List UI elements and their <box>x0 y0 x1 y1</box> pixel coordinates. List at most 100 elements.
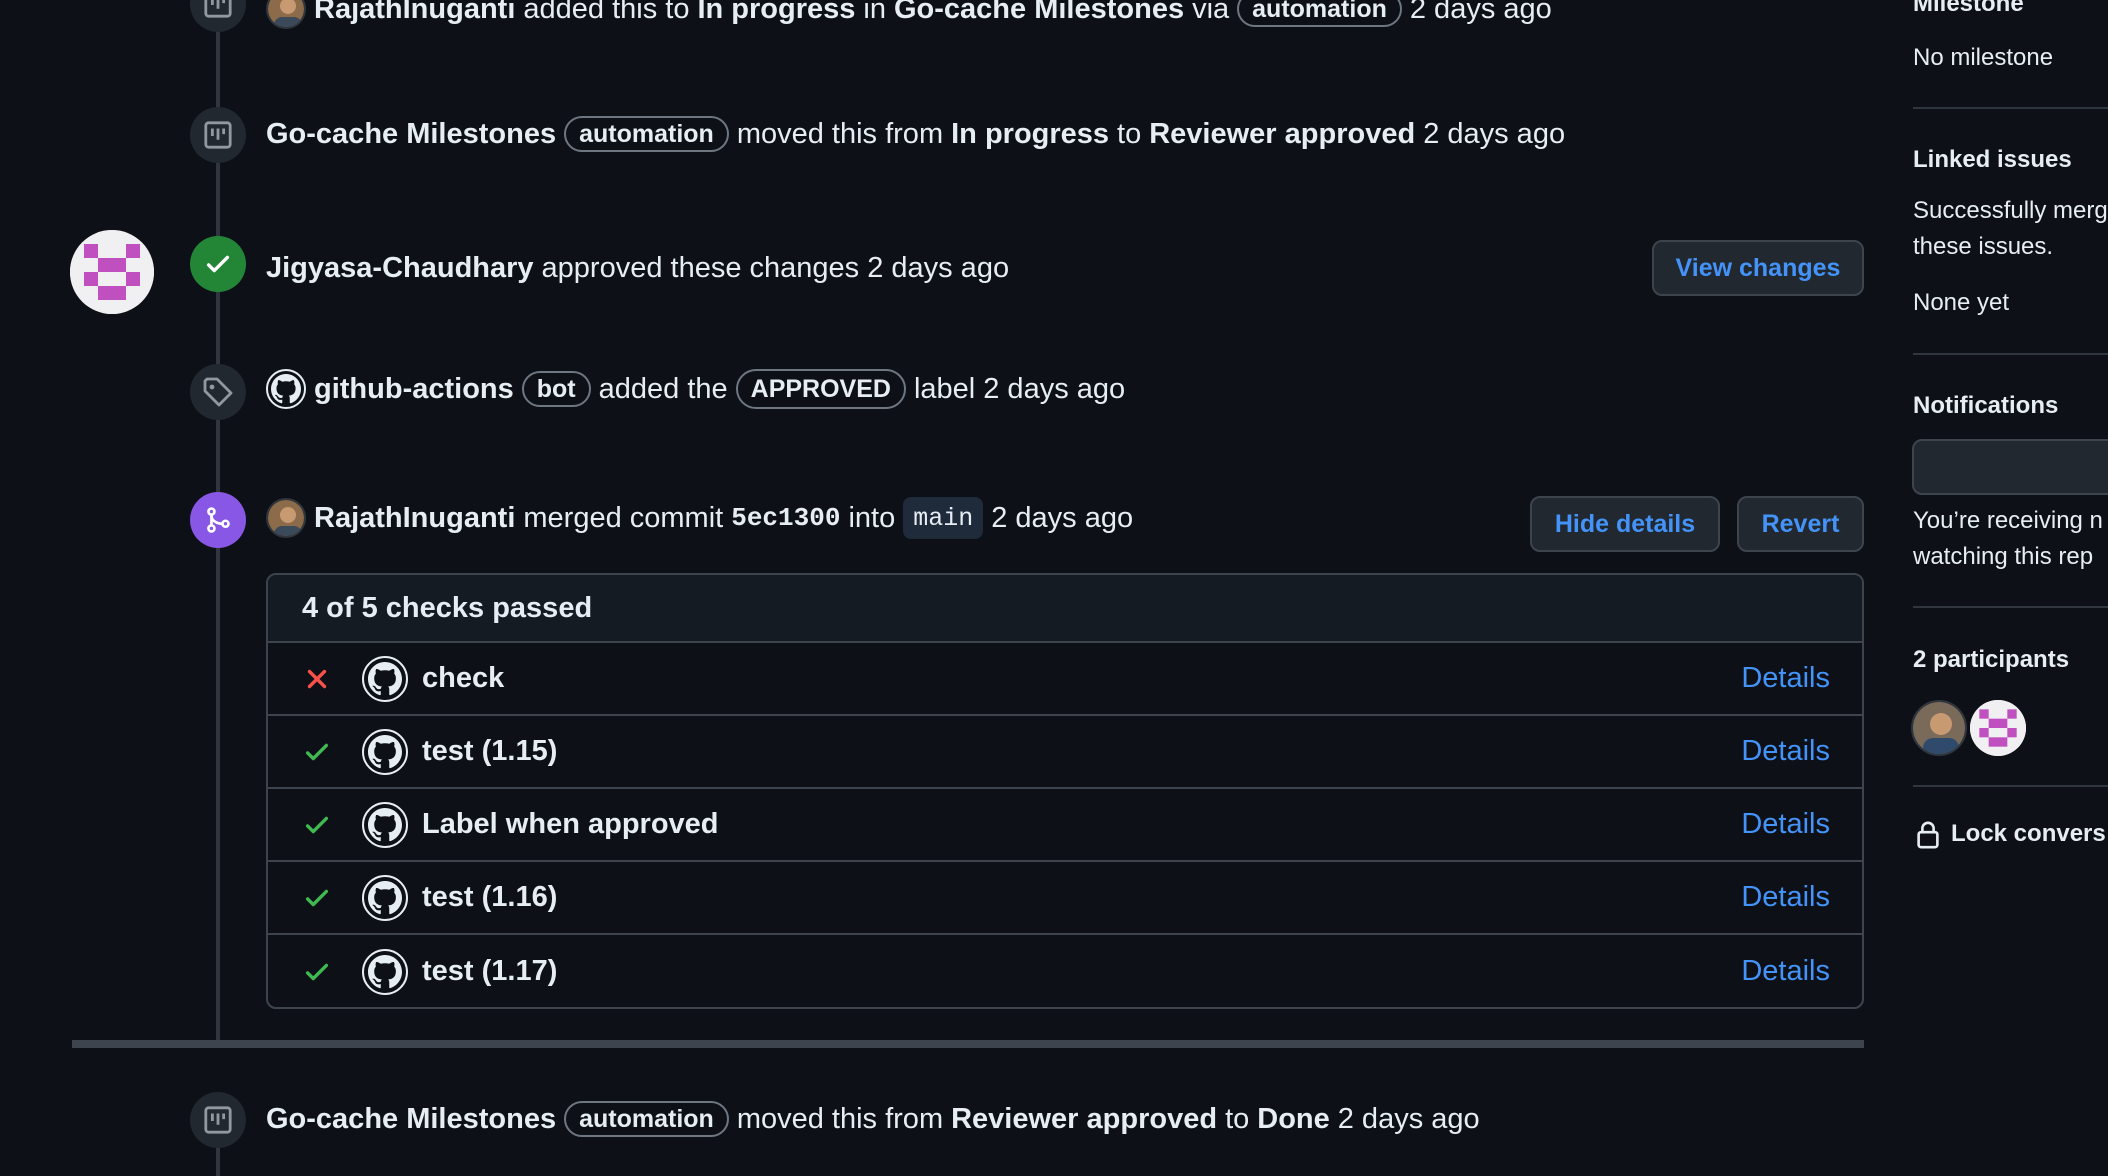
view-changes-button[interactable]: View changes <box>1652 240 1864 296</box>
checks-panel: 4 of 5 checks passed check Details test (1… <box>266 573 1864 1009</box>
check-icon <box>305 963 329 980</box>
automation-badge: automation <box>1237 0 1402 27</box>
check-row: check Details <box>268 643 1862 716</box>
git-merge-icon <box>207 507 230 533</box>
github-icon <box>368 807 402 841</box>
check-status-icon <box>302 737 352 767</box>
timestamp[interactable]: 2 days ago <box>991 502 1133 535</box>
project-icon <box>204 121 232 149</box>
commit-link[interactable]: 5ec1300 <box>731 503 840 533</box>
event-approved: Jigyasa-Chaudhary approved these changes… <box>266 251 1010 285</box>
lock-conversation-label: Lock convers <box>1951 820 2106 847</box>
check-name: test (1.16) <box>422 881 558 913</box>
actor-link[interactable]: Jigyasa-Chaudhary <box>266 252 534 285</box>
project-icon <box>204 1106 232 1134</box>
check-icon <box>305 889 329 906</box>
participant-avatar[interactable] <box>1970 700 2026 756</box>
github-icon <box>368 880 402 914</box>
sidebar-divider <box>1913 107 2108 109</box>
check-details-link[interactable]: Details <box>1741 808 1830 841</box>
check-row: Label when approved Details <box>268 789 1862 862</box>
check-icon <box>305 743 329 760</box>
github-icon <box>271 374 301 404</box>
tag-icon <box>203 377 233 407</box>
to-status: Reviewer approved <box>1149 117 1416 150</box>
sidebar-divider <box>1913 606 2108 608</box>
hide-details-button[interactable]: Hide details <box>1530 496 1720 552</box>
lock-icon <box>1917 821 1939 849</box>
linked-issues-text: these issues. <box>1913 233 2054 260</box>
timeline-divider <box>72 1040 1864 1048</box>
linked-issues-heading[interactable]: Linked issues <box>1913 146 2072 174</box>
lock-conversation-button[interactable]: Lock convers <box>1913 818 2106 850</box>
check-name: test (1.15) <box>422 735 558 767</box>
notifications-text: You’re receiving n <box>1913 507 2103 534</box>
actor-link[interactable]: github-actions <box>314 373 514 406</box>
project-link[interactable]: Go-cache Milestones <box>266 118 556 151</box>
project-event-icon <box>190 1092 246 1148</box>
to-status: Done <box>1257 1102 1330 1135</box>
project-link[interactable]: Go-cache Milestones <box>266 1103 556 1136</box>
github-icon <box>368 734 402 768</box>
project-event-icon <box>190 107 246 163</box>
check-details-link[interactable]: Details <box>1741 955 1830 988</box>
branch-name[interactable]: main <box>903 497 984 539</box>
project-link[interactable]: Go-cache Milestones <box>894 0 1184 26</box>
actor-link[interactable]: RajathInuganti <box>314 502 515 535</box>
automation-badge: automation <box>564 116 729 152</box>
milestone-heading[interactable]: Milestone <box>1913 0 2024 18</box>
label-event-icon <box>190 364 246 420</box>
milestone-value: No milestone <box>1913 44 2054 71</box>
timestamp[interactable]: 2 days ago <box>983 373 1125 406</box>
github-actions-avatar <box>362 801 408 848</box>
timestamp[interactable]: 2 days ago <box>1410 0 1552 26</box>
check-name: check <box>422 662 505 694</box>
github-icon <box>368 661 402 695</box>
event-labeled: github-actions bot added the APPROVED la… <box>266 364 1125 414</box>
actor-link[interactable]: RajathInuganti <box>314 0 515 26</box>
check-row: test (1.17) Details <box>268 935 1862 1007</box>
check-name: Label when approved <box>422 808 719 840</box>
check-icon <box>305 816 329 833</box>
sidebar-divider <box>1913 785 2108 787</box>
status-name: In progress <box>697 0 856 25</box>
event-moved-project: Go-cache Milestones automation moved thi… <box>266 109 1565 159</box>
subscribe-button[interactable] <box>1912 439 2108 495</box>
check-details-link[interactable]: Details <box>1741 735 1830 768</box>
identicon-avatar <box>70 230 154 314</box>
github-actions-avatar[interactable] <box>266 369 306 409</box>
timestamp[interactable]: 2 days ago <box>867 252 1009 285</box>
revert-button[interactable]: Revert <box>1737 496 1864 552</box>
x-icon <box>307 669 327 688</box>
check-row: test (1.16) Details <box>268 862 1862 935</box>
avatar[interactable] <box>266 0 306 29</box>
checks-summary: 4 of 5 checks passed <box>268 575 1862 643</box>
github-actions-avatar <box>362 874 408 921</box>
from-status: In progress <box>951 117 1110 150</box>
bot-badge: bot <box>521 371 591 407</box>
check-details-link[interactable]: Details <box>1741 881 1830 914</box>
github-actions-avatar <box>362 655 408 702</box>
check-row: test (1.15) Details <box>268 716 1862 789</box>
event-added-to-project: RajathInuganti added this to In progress… <box>266 0 1552 34</box>
participants-heading: 2 participants <box>1913 646 2070 673</box>
check-details-link[interactable]: Details <box>1741 662 1830 695</box>
approved-event-icon <box>190 236 246 292</box>
approved-label[interactable]: APPROVED <box>735 369 906 409</box>
check-status-icon <box>302 664 352 694</box>
from-status: Reviewer approved <box>951 1102 1218 1135</box>
avatar[interactable] <box>266 498 306 538</box>
event-moved-project: Go-cache Milestones automation moved thi… <box>266 1094 1480 1144</box>
linked-issues-text: Successfully merg <box>1913 197 2108 224</box>
check-icon <box>206 255 230 273</box>
timestamp[interactable]: 2 days ago <box>1338 1103 1480 1136</box>
reviewer-avatar[interactable] <box>70 230 154 314</box>
automation-badge: automation <box>564 1101 729 1137</box>
check-status-icon <box>302 810 352 840</box>
participant-avatar[interactable] <box>1911 700 1967 756</box>
notifications-heading: Notifications <box>1913 392 2059 419</box>
project-event-icon <box>190 0 246 32</box>
github-actions-avatar <box>362 948 408 995</box>
timestamp[interactable]: 2 days ago <box>1423 118 1565 151</box>
github-icon <box>368 954 402 988</box>
